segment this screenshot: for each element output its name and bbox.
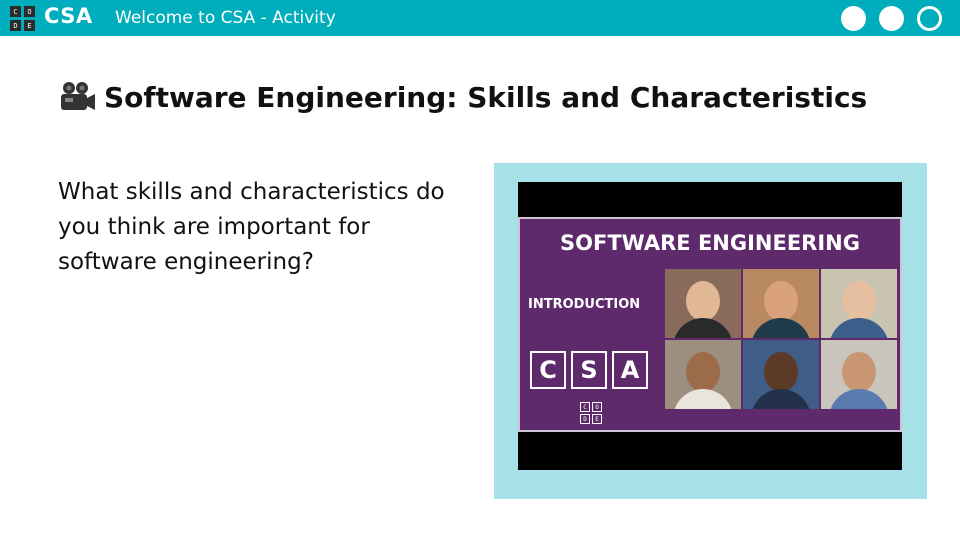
presenter-photo	[665, 340, 741, 409]
progress-dot[interactable]	[879, 6, 904, 31]
progress-dot[interactable]	[841, 6, 866, 31]
code-logo-icon: C O D E	[10, 6, 35, 31]
badge-letter: S	[571, 351, 607, 389]
code-logo-icon: C O D E	[580, 402, 602, 424]
presenter-photo	[821, 269, 897, 338]
logo-letter: O	[24, 6, 35, 17]
presenter-photo-grid	[665, 269, 897, 409]
presenter-photo	[743, 269, 819, 338]
logo-letter: C	[580, 402, 590, 412]
video-panel: SOFTWARE ENGINEERING INTRODUCTION C S A …	[494, 163, 927, 499]
thumbnail-heading: SOFTWARE ENGINEERING	[560, 231, 860, 255]
logo-letter: D	[580, 414, 590, 424]
logo-letter: E	[592, 414, 602, 424]
slide-title: Software Engineering: Skills and Charact…	[58, 80, 867, 114]
video-camera-icon	[61, 82, 95, 110]
logo-letter: D	[10, 20, 21, 31]
thumbnail-subheading: INTRODUCTION	[528, 297, 641, 312]
csa-badge: C S A	[530, 351, 648, 389]
lesson-title: Welcome to CSA - Activity	[115, 8, 336, 28]
video-thumbnail[interactable]: SOFTWARE ENGINEERING INTRODUCTION C S A …	[518, 217, 902, 432]
discussion-prompt: What skills and characteristics do you t…	[58, 179, 445, 275]
progress-dot-current[interactable]	[917, 6, 942, 31]
badge-letter: C	[530, 351, 566, 389]
logo-letter: E	[24, 20, 35, 31]
progress-dots	[841, 6, 942, 31]
badge-letter: A	[612, 351, 648, 389]
presenter-photo	[821, 340, 897, 409]
logo-letter: C	[10, 6, 21, 17]
brand-label: CSA	[44, 4, 93, 28]
logo-letter: O	[592, 402, 602, 412]
presenter-photo	[743, 340, 819, 409]
video-player[interactable]: SOFTWARE ENGINEERING INTRODUCTION C S A …	[518, 182, 902, 470]
top-bar: C O D E CSA Welcome to CSA - Activity	[0, 0, 960, 36]
presenter-photo	[665, 269, 741, 338]
slide-title-text: Software Engineering: Skills and Charact…	[104, 80, 868, 114]
